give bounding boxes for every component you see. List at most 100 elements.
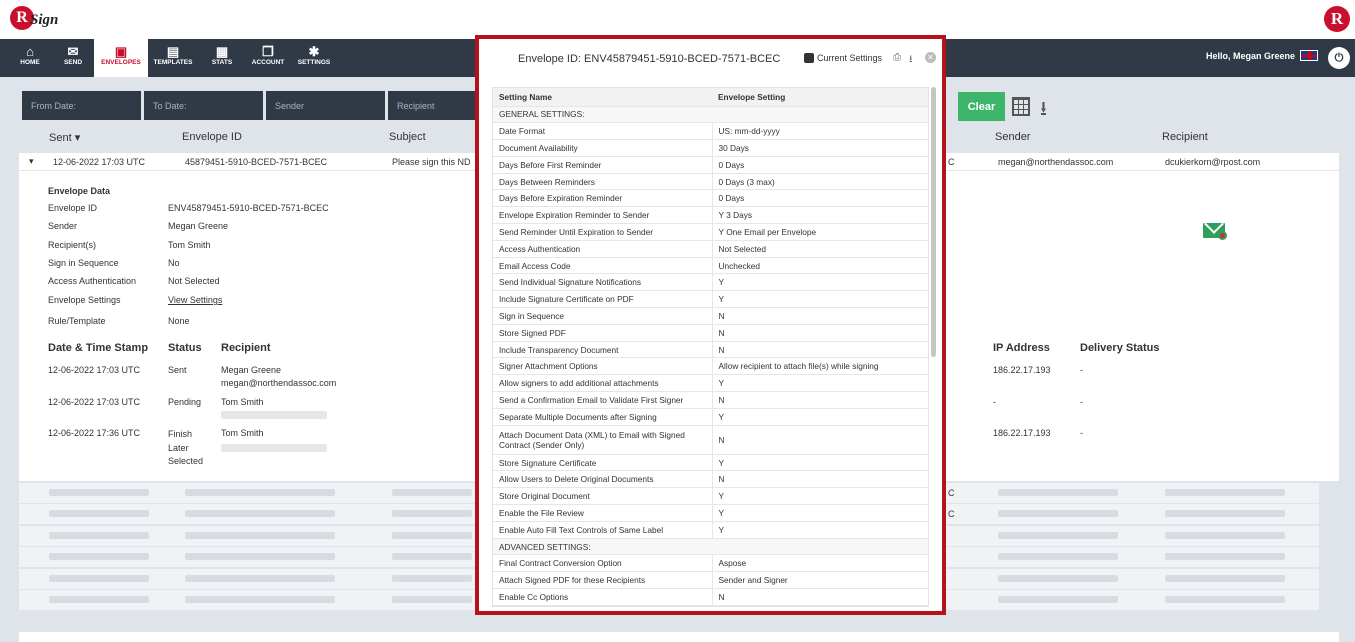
row-status-fragment: C xyxy=(948,509,955,519)
rsign-logo[interactable]: R Sign xyxy=(10,6,70,34)
recipient-input[interactable]: Recipient xyxy=(388,91,476,120)
row-status-fragment: C xyxy=(948,488,955,498)
setting-name: Attach Document Data (XML) to Email with… xyxy=(493,425,713,455)
modal-title: Envelope ID: ENV45879451-5910-BCED-7571-… xyxy=(518,53,781,65)
envelopes-icon: ▣ xyxy=(114,44,128,59)
history-col-ip: IP Address xyxy=(993,342,1050,354)
row-sender: megan@northendassoc.com xyxy=(998,157,1114,167)
field-label: Envelope Settings xyxy=(48,295,121,305)
briefcase-icon: ▦ xyxy=(215,44,229,59)
field-label: Sign in Sequence xyxy=(48,258,119,268)
gear-icon: ✱ xyxy=(308,44,320,59)
col-envelope-id[interactable]: Envelope ID xyxy=(182,131,242,143)
nav-account-label: ACCOUNT xyxy=(251,59,285,66)
to-date-input[interactable]: To Date: xyxy=(144,91,263,120)
history-status: Pending xyxy=(168,397,202,407)
field-value: None xyxy=(168,316,190,326)
col-sent[interactable]: Sent ▾ xyxy=(49,131,80,144)
table-row[interactable] xyxy=(19,632,1339,642)
current-settings-checkbox[interactable] xyxy=(804,53,814,63)
history-status: Sent xyxy=(168,365,187,375)
setting-name: Include Signature Certificate on PDF xyxy=(493,290,713,309)
nav-templates[interactable]: ▤ TEMPLATES xyxy=(150,39,196,77)
setting-name: Attach Signed PDF for these Recipients xyxy=(493,571,713,590)
settings-row: Store Original Document Y xyxy=(493,487,928,506)
current-settings-label: Current Settings xyxy=(817,53,883,63)
field-label: Recipient(s) xyxy=(48,240,97,250)
nav-home[interactable]: ⌂ HOME xyxy=(10,39,50,77)
uk-flag-icon[interactable] xyxy=(1300,50,1318,61)
row-envelope-id: 45879451-5910-BCED-7571-BCEC xyxy=(185,157,328,167)
print-icon[interactable]: ⎙ xyxy=(893,52,901,63)
nav-stats[interactable]: ▦ STATS xyxy=(204,39,240,77)
setting-name-header: Setting Name xyxy=(493,88,712,107)
from-date-input[interactable]: From Date: xyxy=(22,91,141,120)
nav-account[interactable]: ❐ ACCOUNT xyxy=(246,39,290,77)
top-bar: R Sign R xyxy=(0,0,1355,39)
nav-send[interactable]: ✉ SEND xyxy=(53,39,93,77)
setting-value: Not Selected xyxy=(712,240,928,258)
setting-name: Enable Cc Options xyxy=(493,588,713,606)
setting-name: Envelope Expiration Reminder to Sender xyxy=(493,206,713,225)
envelope-settings-icon[interactable] xyxy=(1203,223,1227,240)
setting-name: Send Individual Signature Notifications xyxy=(493,273,713,292)
settings-row: Attach Document Data (XML) to Email with… xyxy=(493,425,928,455)
field-label: Access Authentication xyxy=(48,276,137,286)
download-icon[interactable]: ⭳ xyxy=(1040,94,1047,128)
setting-name: Enable the File Review xyxy=(493,504,713,522)
settings-row: Allow Users to Delete Original Documents… xyxy=(493,470,928,489)
setting-name: Days Between Reminders xyxy=(493,173,713,191)
setting-value: Y xyxy=(712,504,928,522)
history-recipient: Tom Smith xyxy=(221,397,264,407)
settings-row: Store Signed PDF N xyxy=(493,324,928,342)
col-subject[interactable]: Subject xyxy=(389,131,426,143)
row-subject: Please sign this ND xyxy=(392,157,471,167)
setting-value: N xyxy=(712,341,928,359)
col-recipient[interactable]: Recipient xyxy=(1162,131,1208,143)
setting-name: Send Reminder Until Expiration to Sender xyxy=(493,223,713,241)
view-settings-link[interactable]: View Settings xyxy=(168,295,222,305)
setting-value: Y xyxy=(712,408,928,426)
field-label: Rule/Template xyxy=(48,316,106,326)
setting-name: Store Original Document xyxy=(493,487,713,506)
history-stamp: 12-06-2022 17:03 UTC xyxy=(48,365,141,375)
nav-envelopes[interactable]: ▣ ENVELOPES xyxy=(94,39,148,77)
nav-settings-label: SETTINGS xyxy=(297,59,331,66)
setting-name: Send a Confirmation Email to Validate Fi… xyxy=(493,391,713,409)
setting-value: 0 Days xyxy=(712,189,928,208)
settings-row: Send a Confirmation Email to Validate Fi… xyxy=(493,391,928,409)
setting-value: N xyxy=(712,425,928,455)
setting-name: Include Transparency Document xyxy=(493,341,713,359)
sender-input[interactable]: Sender xyxy=(266,91,385,120)
setting-value-header: Envelope Setting xyxy=(712,88,928,107)
field-value: Not Selected xyxy=(168,276,220,286)
download-icon[interactable]: ⭳ xyxy=(909,52,913,69)
power-icon[interactable]: ⏻ xyxy=(1328,47,1350,69)
nav-settings[interactable]: ✱ SETTINGS xyxy=(294,39,334,77)
setting-name: Days Before Expiration Reminder xyxy=(493,189,713,208)
setting-name: Separate Multiple Documents after Signin… xyxy=(493,408,713,426)
setting-name: Sign in Sequence xyxy=(493,307,713,325)
calendar-grid-icon[interactable] xyxy=(1012,97,1030,116)
modal-scrollbar[interactable] xyxy=(931,87,936,357)
logo-wordmark: Sign xyxy=(30,12,59,28)
user-greeting[interactable]: Hello, Megan Greene xyxy=(1206,51,1295,61)
history-col-status: Status xyxy=(168,342,202,354)
row-sent: 12-06-2022 17:03 UTC xyxy=(53,157,146,167)
setting-value: N xyxy=(712,588,928,606)
col-sender[interactable]: Sender xyxy=(995,131,1030,143)
setting-value: Y xyxy=(712,273,928,292)
settings-row: Include Signature Certificate on PDF Y xyxy=(493,290,928,309)
settings-row: Enable Cc Options N xyxy=(493,588,928,606)
settings-section-row: ADVANCED SETTINGS: xyxy=(493,538,928,556)
setting-value: N xyxy=(712,324,928,342)
setting-value: Y xyxy=(712,487,928,506)
history-status: Finish Later Selected xyxy=(168,429,204,466)
setting-value: 30 Days xyxy=(712,139,928,157)
settings-row: Final Contract Conversion Option Aspose xyxy=(493,554,928,573)
close-icon[interactable]: ✕ xyxy=(925,52,936,63)
clear-button[interactable]: Clear xyxy=(958,92,1005,121)
field-label: Envelope ID xyxy=(48,203,98,213)
settings-row: Days Before Expiration Reminder 0 Days xyxy=(493,189,928,208)
expand-chevron-icon[interactable]: ▾ xyxy=(29,156,34,167)
